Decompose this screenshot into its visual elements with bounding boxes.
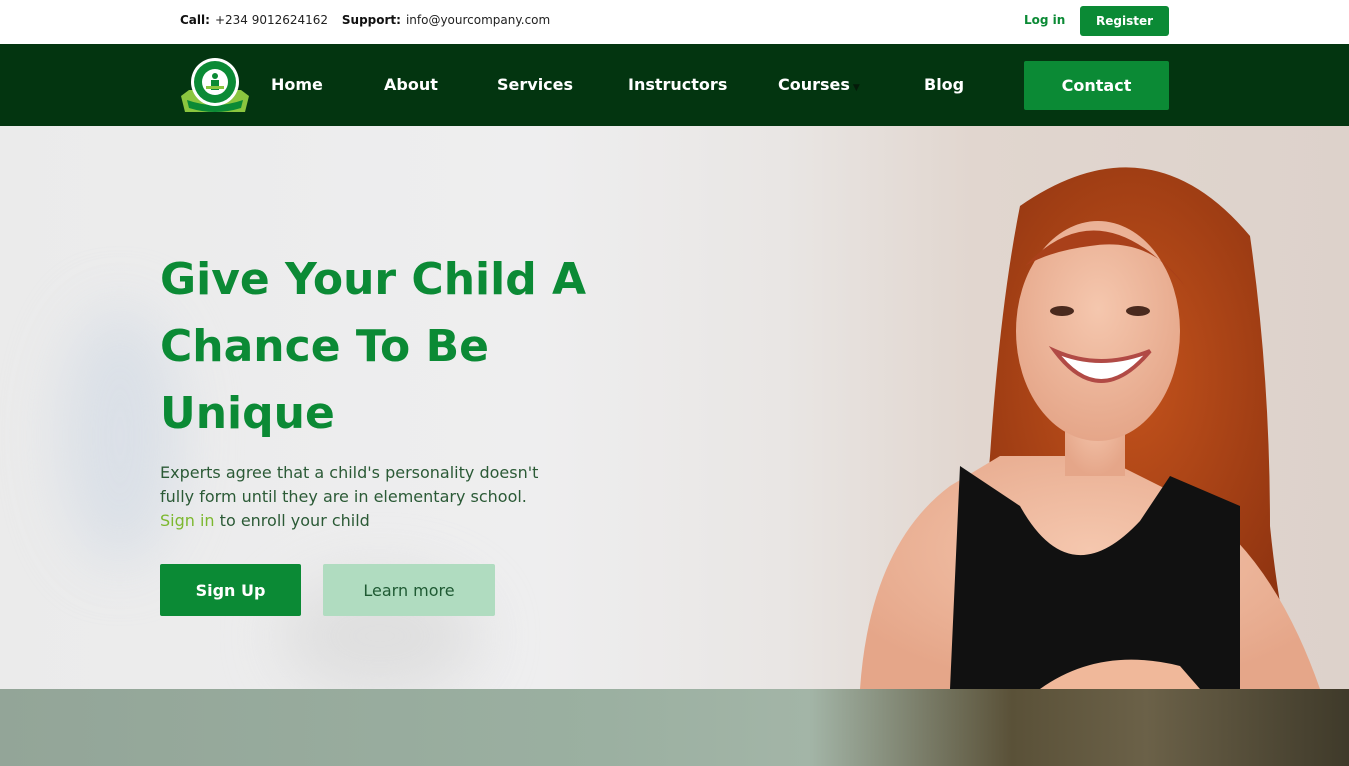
main-navigation: Home About Services Instructors Courses ▼… [0, 44, 1349, 126]
hero-section: Give Your Child A Chance To Be Unique Ex… [0, 126, 1349, 689]
support-email[interactable]: info@yourcompany.com [406, 13, 550, 27]
login-link[interactable]: Log in [1024, 13, 1065, 27]
nav-about[interactable]: About [384, 75, 438, 94]
nav-services[interactable]: Services [497, 75, 573, 94]
hero-description-text: Experts agree that a child's personality… [160, 463, 539, 506]
nav-courses[interactable]: Courses ▼ [778, 75, 860, 94]
support-label: Support: [341, 13, 401, 27]
signin-link[interactable]: Sign in [160, 511, 215, 530]
nav-instructors[interactable]: Instructors [628, 75, 727, 94]
signin-suffix: to enroll your child [214, 511, 370, 530]
hero-heading: Give Your Child A Chance To Be Unique [160, 254, 587, 439]
nav-blog[interactable]: Blog [924, 75, 964, 94]
dinny-green-logo[interactable] [179, 56, 251, 116]
smiling-woman-photo [860, 167, 1320, 689]
top-bar: Call: +234 9012624162 Support: info@yourco… [0, 0, 1349, 44]
hero-description: Experts agree that a child's personality… [160, 461, 560, 533]
call-label: Call: [180, 13, 210, 27]
sign-up-button[interactable]: Sign Up [160, 564, 301, 616]
contact-info: Call: +234 9012624162 Support: info@yourco… [180, 13, 560, 27]
next-section-image [0, 689, 1349, 766]
nav-courses-label: Courses [778, 75, 850, 94]
register-button[interactable]: Register [1080, 6, 1169, 36]
learn-more-button[interactable]: Learn more [323, 564, 495, 616]
phone-number[interactable]: +234 9012624162 [215, 13, 328, 27]
nav-home[interactable]: Home [271, 75, 323, 94]
contact-button[interactable]: Contact [1024, 61, 1169, 110]
chevron-down-icon: ▼ [852, 83, 860, 93]
